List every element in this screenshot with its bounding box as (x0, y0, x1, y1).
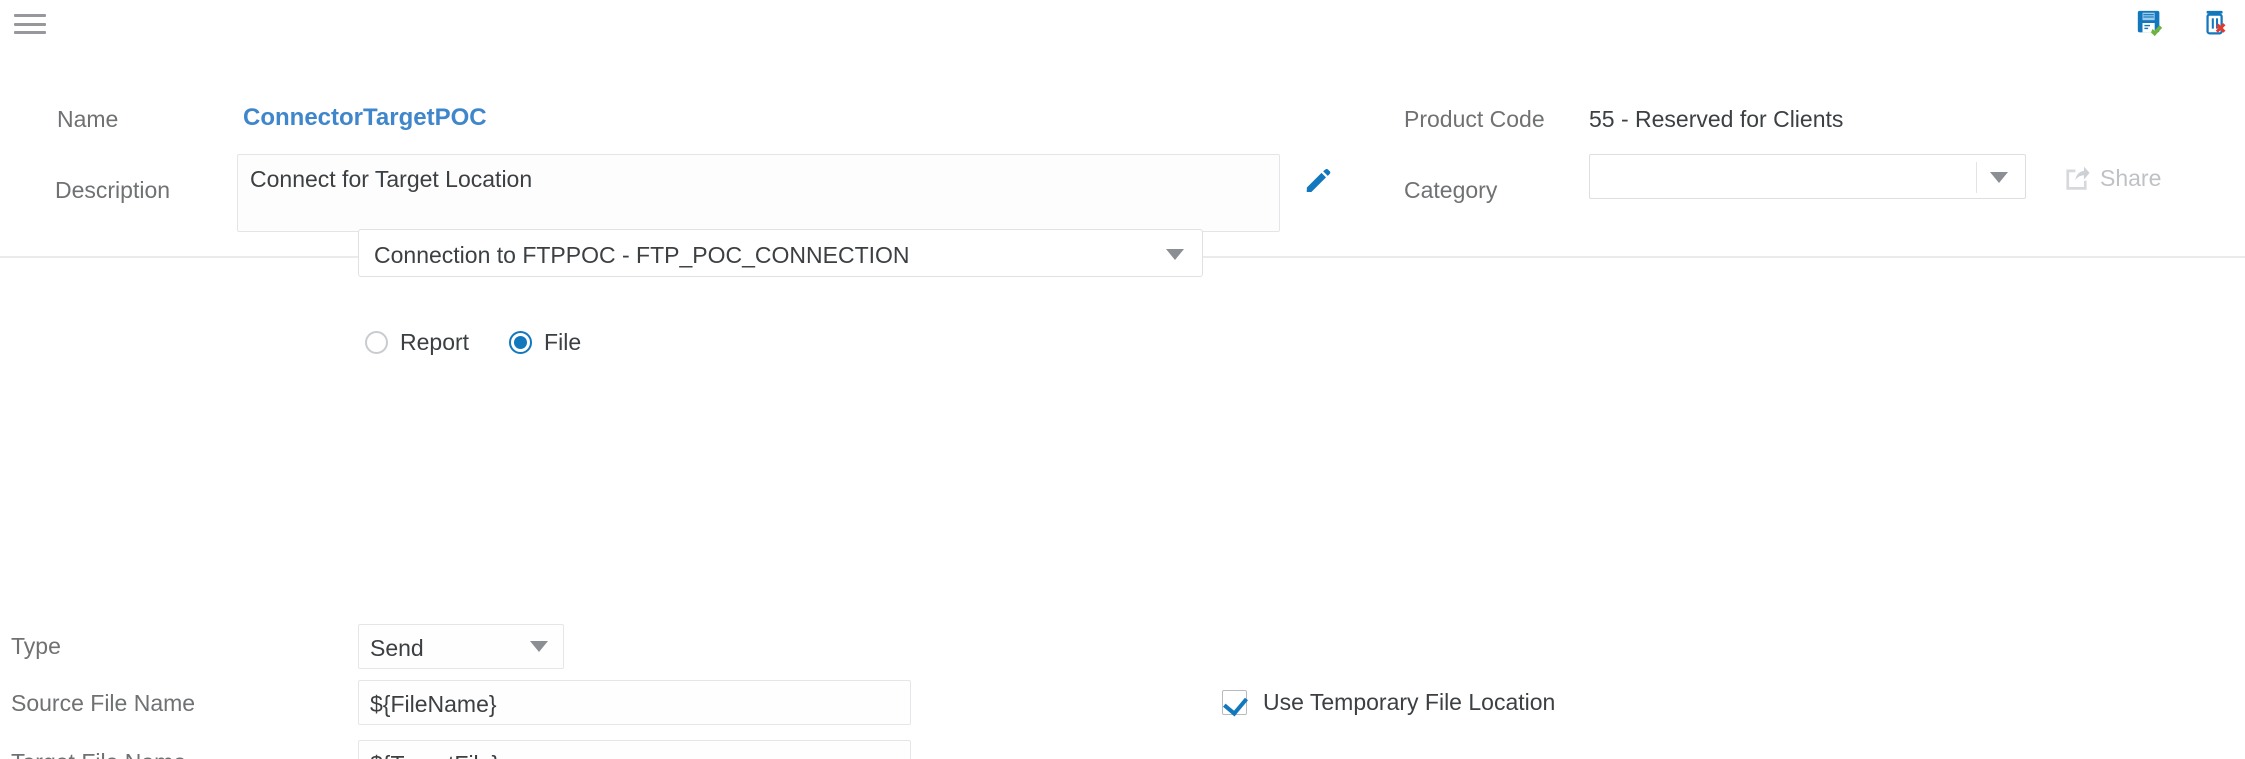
product-code-value: 55 - Reserved for Clients (1589, 106, 1844, 132)
share-button[interactable]: Share (2063, 165, 2161, 192)
description-label: Description (55, 177, 171, 203)
radio-option-report[interactable]: Report (365, 329, 469, 356)
radio-option-file[interactable]: File (509, 329, 581, 356)
hamburger-menu-icon[interactable] (14, 14, 46, 34)
type-label: Type (11, 633, 61, 659)
connector-editor-page: Name ConnectorTargetPOC Description Conn… (0, 0, 2245, 759)
radio-circle-report (365, 331, 388, 354)
type-value: Send (370, 635, 424, 661)
page-title: ConnectorTargetPOC (243, 104, 487, 131)
chevron-down-icon (1166, 249, 1184, 260)
mode-radio-group: Report File (365, 329, 581, 356)
pencil-edit-icon[interactable] (1303, 168, 1333, 198)
source-file-name-label: Source File Name (11, 690, 196, 716)
source-file-name-value: ${FileName} (370, 691, 497, 717)
connection-dropdown[interactable]: Connection to FTPPOC - FTP_POC_CONNECTIO… (358, 229, 1203, 277)
connection-selected-value: Connection to FTPPOC - FTP_POC_CONNECTIO… (374, 242, 910, 268)
hamburger-line (14, 22, 46, 26)
delete-trash-x-icon[interactable] (2201, 8, 2231, 38)
save-floppy-check-icon[interactable] (2135, 8, 2165, 38)
type-dropdown[interactable]: Send (358, 624, 564, 669)
target-file-name-label: Target File Name (11, 749, 186, 759)
connector-form: Connection to FTPPOC - FTP_POC_CONNECTIO… (0, 214, 2245, 759)
record-header: Name ConnectorTargetPOC Description Conn… (0, 44, 2245, 258)
chevron-down-icon (1990, 172, 2008, 183)
target-file-name-input[interactable]: ${TargetFile} (358, 740, 911, 759)
share-export-icon (2066, 166, 2090, 190)
radio-label-file: File (544, 329, 582, 355)
product-code-label: Product Code (1404, 106, 1545, 132)
description-value: Connect for Target Location (250, 166, 533, 192)
use-temp-file-location-label: Use Temporary File Location (1263, 689, 1556, 715)
top-bar-actions (2135, 8, 2231, 38)
target-file-name-value: ${TargetFile} (370, 751, 499, 759)
category-dropdown-divider (1976, 162, 1977, 193)
radio-circle-file (509, 331, 533, 354)
source-file-name-input[interactable]: ${FileName} (358, 680, 911, 725)
category-label: Category (1404, 177, 1498, 203)
share-label: Share (2100, 165, 2162, 191)
hamburger-line (14, 14, 46, 17)
top-bar (0, 0, 2245, 44)
chevron-down-icon (530, 641, 548, 652)
name-label: Name (57, 106, 119, 132)
radio-label-report: Report (400, 329, 470, 355)
category-dropdown[interactable] (1589, 154, 2026, 199)
checkbox-box (1222, 690, 1247, 715)
hamburger-line (14, 31, 46, 34)
use-temp-file-location-checkbox[interactable]: Use Temporary File Location (1222, 689, 1555, 716)
